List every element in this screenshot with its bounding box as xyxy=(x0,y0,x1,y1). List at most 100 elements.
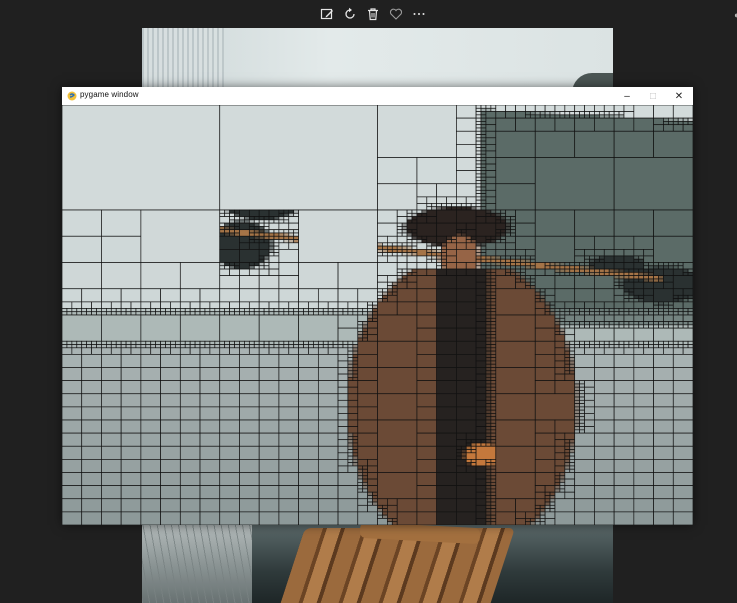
quadtree-cell xyxy=(653,288,674,303)
quadtree-canvas[interactable] xyxy=(62,105,693,525)
quadtree-cell xyxy=(377,367,418,395)
quadtree-cell xyxy=(613,511,635,525)
quadtree-cell xyxy=(490,275,497,280)
quadtree-cell xyxy=(564,114,571,119)
quadtree-cell xyxy=(377,419,418,447)
quadtree-cell xyxy=(337,288,359,303)
quadtree-cell xyxy=(663,117,669,122)
quadtree-cell xyxy=(579,426,585,431)
quadtree-cell xyxy=(396,288,418,303)
quadtree-cell xyxy=(377,183,418,211)
quadtree-cell xyxy=(559,111,566,116)
quadtree-cell xyxy=(653,209,693,237)
quadtree-cell xyxy=(377,105,457,158)
quadtree-cell xyxy=(682,340,689,345)
quadtree-cell xyxy=(199,419,221,434)
quadtree-cell xyxy=(387,511,398,519)
quadtree-cell xyxy=(485,291,492,296)
quadtree-cell xyxy=(677,321,684,326)
quadtree-cell xyxy=(475,288,487,296)
quadtree-cell xyxy=(495,105,507,112)
quadtree-cell xyxy=(544,498,551,503)
quadtree-cell xyxy=(480,245,487,250)
quadtree-cell xyxy=(490,514,497,519)
quadtree-cell xyxy=(416,406,438,421)
quadtree-cell xyxy=(120,406,142,421)
quadtree-cell xyxy=(485,105,492,109)
quadtree-cell xyxy=(490,324,497,329)
quadtree-cell xyxy=(554,491,566,500)
quadtree-cell xyxy=(569,468,576,473)
quadtree-cell xyxy=(357,475,364,480)
quadtree-cell xyxy=(465,239,472,244)
quadtree-cell xyxy=(475,189,482,194)
quadtree-cell xyxy=(91,301,102,309)
quadtree-cell xyxy=(352,311,359,316)
quadtree-cell xyxy=(490,281,497,286)
quadtree-cell xyxy=(500,232,507,237)
quadtree-cell xyxy=(584,255,590,260)
quadtree-cell xyxy=(490,294,497,299)
window-titlebar[interactable]: pygame window – □ ✕ xyxy=(62,87,693,106)
quadtree-cell xyxy=(347,340,354,345)
quadtree-cell xyxy=(347,386,359,395)
quadtree-cell xyxy=(529,258,536,263)
quadtree-cell xyxy=(76,340,83,345)
quadtree-cell xyxy=(352,367,359,372)
quadtree-cell xyxy=(485,209,492,214)
quadtree-cell xyxy=(485,357,492,362)
quadtree-cell xyxy=(416,255,428,263)
quadtree-cell xyxy=(598,324,605,329)
quadtree-cell xyxy=(490,354,497,359)
quadtree-cell xyxy=(574,314,585,322)
quadtree-cell xyxy=(569,271,576,276)
quadtree-cell xyxy=(347,459,354,464)
quadtree-cell xyxy=(357,481,364,486)
quadtree-cell xyxy=(441,245,447,250)
quadtree-cell xyxy=(199,347,211,355)
edit-image-icon[interactable] xyxy=(319,6,335,22)
delete-icon[interactable] xyxy=(365,6,381,22)
quadtree-cell xyxy=(337,445,349,454)
quadtree-cell xyxy=(579,403,585,408)
quadtree-cell xyxy=(367,314,373,319)
quadtree-cell xyxy=(406,232,413,237)
quadtree-cell xyxy=(244,219,250,224)
quadtree-cell xyxy=(317,367,339,381)
close-button[interactable]: ✕ xyxy=(666,87,692,105)
quadtree-cell xyxy=(411,219,418,224)
quadtree-cell xyxy=(446,242,457,250)
quadtree-cell xyxy=(594,308,600,313)
quadtree-cell xyxy=(258,308,265,313)
quadtree-cell xyxy=(288,229,295,234)
quadtree-cell xyxy=(579,386,585,391)
quadtree-cell xyxy=(505,258,511,263)
quadtree-cell xyxy=(416,340,438,355)
quadtree-cell xyxy=(160,380,181,395)
maximize-button[interactable]: □ xyxy=(640,87,666,105)
quadtree-cell xyxy=(416,183,438,198)
more-options-icon[interactable] xyxy=(411,6,427,22)
quadtree-cell xyxy=(268,255,280,263)
quadtree-cell xyxy=(490,390,497,395)
quadtree-cell xyxy=(253,340,260,345)
quadtree-cell xyxy=(357,380,378,395)
minimize-button[interactable]: – xyxy=(614,87,640,105)
quadtree-cell xyxy=(62,308,68,313)
quadtree-cell xyxy=(441,206,447,211)
quadtree-cell xyxy=(150,347,161,355)
quadtree-cell xyxy=(244,311,250,316)
quadtree-cell xyxy=(505,242,516,250)
quadtree-cell xyxy=(505,262,511,267)
quadtree-cell xyxy=(416,275,438,290)
rotate-icon[interactable] xyxy=(342,6,358,22)
pygame-window[interactable]: pygame window – □ ✕ xyxy=(62,87,693,525)
quadtree-cell xyxy=(258,485,280,500)
quadtree-cell xyxy=(387,521,393,525)
quadtree-cell xyxy=(667,308,674,313)
quadtree-cell xyxy=(396,222,403,227)
quadtree-cell xyxy=(209,340,216,345)
favorite-icon[interactable] xyxy=(388,6,404,22)
quadtree-cell xyxy=(584,301,595,309)
quadtree-cell xyxy=(219,354,240,368)
